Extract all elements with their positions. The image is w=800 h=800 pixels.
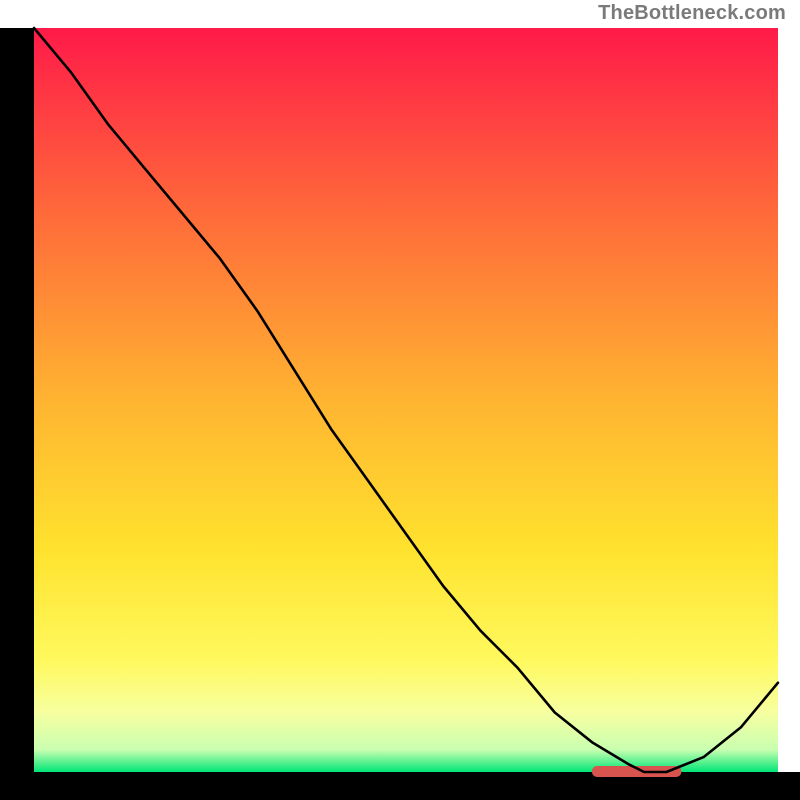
chart-container: TheBottleneck.com (0, 0, 800, 800)
bottleneck-chart (0, 0, 800, 800)
axis-bottom (0, 772, 800, 800)
axis-left (0, 28, 34, 800)
attribution-label: TheBottleneck.com (598, 2, 786, 25)
plot-background (34, 28, 778, 772)
